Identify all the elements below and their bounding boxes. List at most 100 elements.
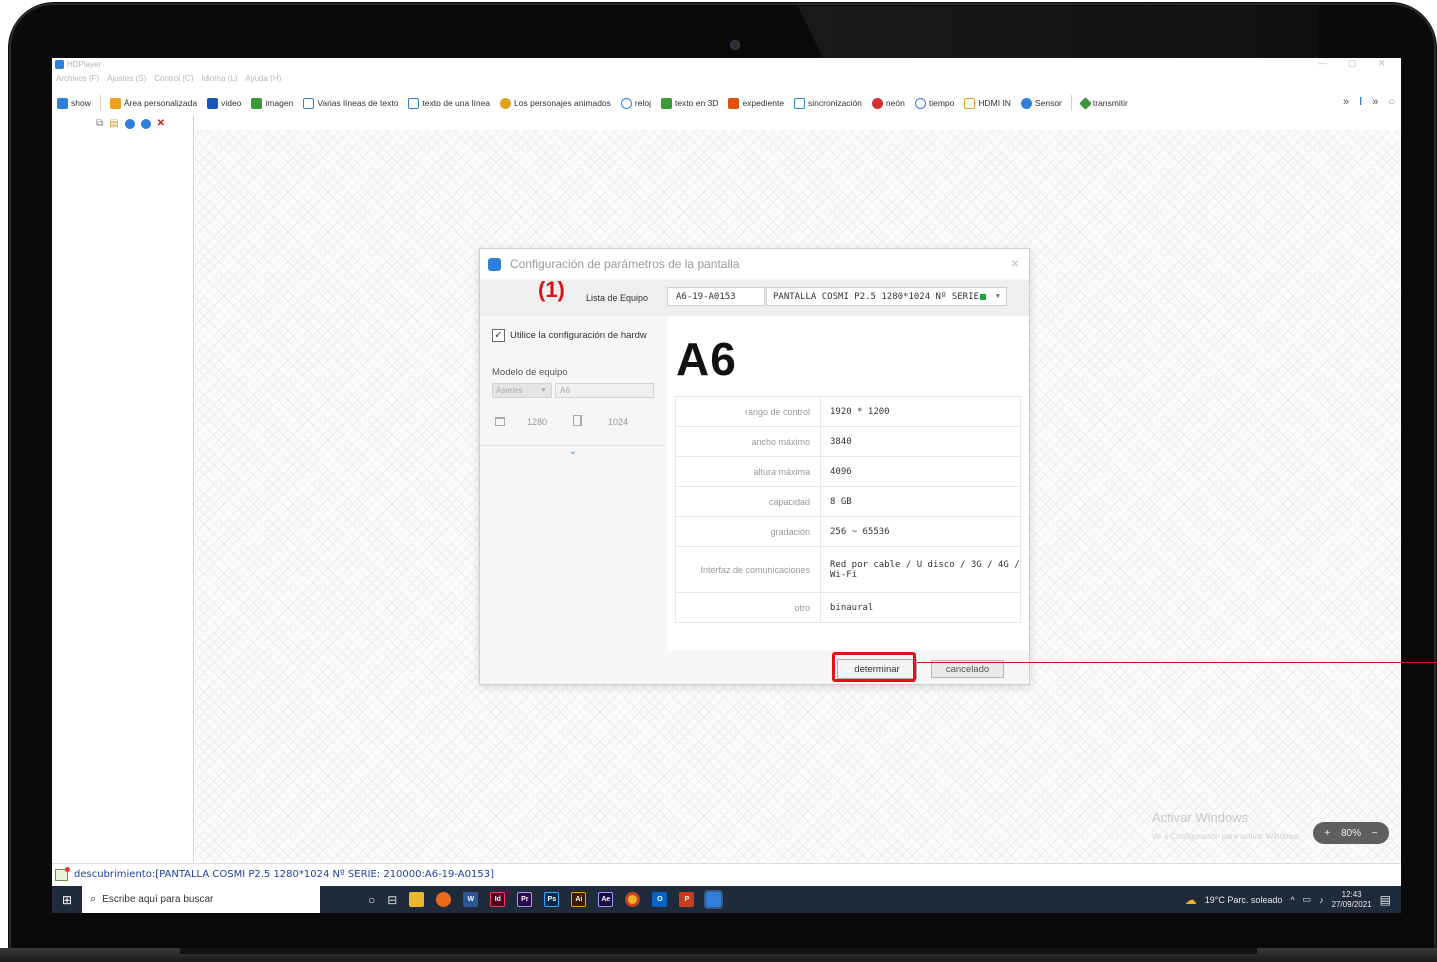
activation-watermark-sub: Ve a Configuración para activar Windows. [1152,832,1301,841]
minimize-icon[interactable]: — [1318,58,1327,68]
neon-icon [871,97,883,109]
menu-ayuda[interactable]: Ayuda (H) [245,74,281,88]
word-icon[interactable]: W [463,892,479,907]
model-field[interactable]: A6 [555,383,654,398]
online-status-icon [979,293,986,300]
tool-transmitir[interactable]: transmitir [1076,94,1133,112]
annotation-pointer-line [917,662,1437,663]
webcam [730,40,740,50]
cortana-icon[interactable]: ○ [368,893,375,907]
image-icon [251,97,263,109]
powerpoint-icon[interactable]: P [679,892,695,907]
taskbar-search[interactable]: ⌕ Escribe aquí para buscar [82,886,320,913]
system-tray: ☁ 19°C Parc. soleado ^ ▭ ♪ 12:43 27/09/2… [1185,886,1391,913]
screen: HDPlayer — ▢ ✕ Archivos (F) Ajustes (S) … [52,58,1401,913]
tool-neon[interactable]: neón [867,94,910,112]
maximize-icon[interactable]: ▢ [1348,58,1357,69]
width-icon [495,417,505,426]
spec-row: gradación 256 ~ 65536 [675,516,1021,547]
copy-icon[interactable]: ⧉ [96,118,103,129]
tool-expediente[interactable]: expediente [723,94,789,112]
chevron-up-icon[interactable]: ^ [1290,895,1294,905]
sensor-icon [1020,97,1032,109]
outlook-icon[interactable]: O [652,892,668,907]
height-value: 1024 [608,417,629,427]
tool-sensor[interactable]: Sensor [1016,94,1067,112]
chrome-icon[interactable] [625,892,641,907]
photoshop-icon[interactable]: Ps [544,892,560,907]
toolbar-divider [99,95,101,111]
hdplayer-taskbar-icon[interactable] [704,890,724,909]
expand-chevron-icon[interactable]: ⌄ [480,445,666,459]
app-icon [488,258,501,271]
chevron-down-icon: ▼ [540,387,547,394]
task-view-icon[interactable]: ⊟ [387,893,397,907]
model-spec-card: A6 rango de control 1920 * 1200 ancho máx… [667,316,1029,651]
more-tools-button[interactable]: » [1343,96,1349,108]
series-select[interactable]: Aseries ▼ [492,383,552,398]
office-icon [728,97,740,109]
dialog-title: Configuración de parámetros de la pantal… [510,257,740,271]
close-icon[interactable]: × [1011,255,1019,271]
menu-archivos[interactable]: Archivos (F) [56,74,99,88]
notifications-icon[interactable]: ▤ [1380,893,1391,907]
move-up-icon[interactable] [124,118,135,129]
toolbar: show Área personalizada video imagen Var… [52,92,1401,114]
premiere-icon[interactable]: Pr [517,892,533,907]
taskbar-apps: ○ ⊟ W Id Pr Ps Ai Ae O P [368,890,724,909]
zoom-control: + 80% − [1313,822,1389,844]
program-tools: ⧉ ▤ ✕ [96,118,165,129]
spec-row: capacidad 8 GB [675,486,1021,517]
clock[interactable]: 12:43 27/09/2021 [1332,890,1372,910]
zoom-in-button[interactable]: + [1324,828,1330,839]
menu-ajustes[interactable]: Ajustes (S) [107,74,146,88]
tool-tiempo[interactable]: tiempo [910,94,960,112]
tool-show[interactable]: show [52,94,96,112]
network-icon[interactable]: ▭ [1303,894,1312,905]
more-tools-button-2[interactable]: » [1372,96,1378,108]
tool-3d-text[interactable]: texto en 3D [656,94,723,112]
file-explorer-icon[interactable] [409,892,425,907]
multiline-text-icon [303,97,315,109]
tool-animated-chars[interactable]: Los personajes animados [495,94,616,112]
transmit-icon [1079,96,1092,110]
menu-idioma[interactable]: Idioma (L) [201,74,237,88]
windows-start-icon[interactable]: ⊞ [52,886,82,913]
after-effects-icon[interactable]: Ae [598,892,614,907]
device-id-field[interactable]: A6-19-A0153 [667,287,765,306]
tool-imagen[interactable]: imagen [246,94,298,112]
hourglass-icon [794,97,806,109]
program-panel: ⧉ ▤ ✕ [52,116,194,862]
height-icon [573,415,582,426]
tool-sync[interactable]: sincronización [789,94,867,112]
tool-area[interactable]: Área personalizada [105,94,202,112]
area-icon [109,97,121,109]
tool-reloj[interactable]: reloj [616,94,656,112]
firefox-icon[interactable] [436,892,452,907]
indesign-icon[interactable]: Id [490,892,506,907]
illustrator-icon[interactable]: Ai [571,892,587,907]
chevron-down-icon: ▼ [995,292,1000,300]
settings-icon[interactable]: ○ [1388,96,1395,108]
tool-hdmi[interactable]: HDMI IN [959,94,1016,112]
menu-control[interactable]: Control (C) [154,74,193,88]
tool-video[interactable]: video [202,94,246,112]
use-hardware-config-checkbox[interactable]: ✓ [492,329,505,342]
weather-text[interactable]: 19°C Parc. soleado [1205,895,1283,905]
close-icon[interactable]: ✕ [1378,58,1386,69]
toolbar-right: » ǀ » ○ [1343,96,1395,108]
device-select[interactable]: PANTALLA COSMI P2.5 1280*1024 Nº SERIE ▼ [766,287,1007,306]
delete-icon[interactable]: ✕ [157,118,165,129]
volume-icon[interactable]: ♪ [1319,895,1324,905]
move-down-icon[interactable] [140,118,151,129]
paste-icon[interactable]: ▤ [109,118,118,129]
spec-row: Interfaz de comunicaciones Red por cable … [675,546,1021,593]
tool-single-line-text[interactable]: texto de una línea [403,94,495,112]
status-text: descubrimiento:[PANTALLA COSMI P2.5 1280… [74,869,494,880]
info-icon[interactable]: ǀ [1359,96,1362,108]
search-placeholder: Escribe aquí para buscar [102,894,214,905]
laptop-base-notch [180,948,1257,954]
zoom-out-button[interactable]: − [1372,828,1378,839]
weather-icon [914,97,926,109]
tool-multiline-text[interactable]: Varias líneas de texto [298,94,403,112]
